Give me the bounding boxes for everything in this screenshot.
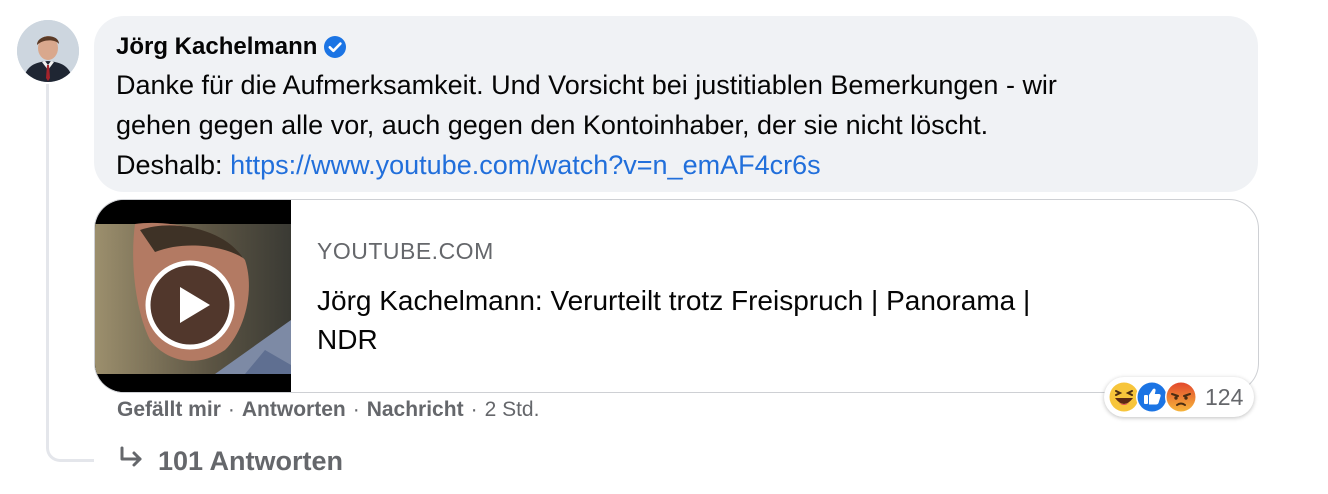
link-preview-info: YOUTUBE.COM Jörg Kachelmann: Verurteilt … [317, 238, 1218, 359]
like-button[interactable]: Gefällt mir [117, 398, 221, 421]
comment-text-line: gehen gegen alle vor, auch gegen den Kon… [116, 110, 989, 140]
video-thumbnail[interactable] [95, 200, 291, 392]
author-name[interactable]: Jörg Kachelmann [116, 33, 317, 61]
link-title[interactable]: Jörg Kachelmann: Verurteilt trotz Freisp… [317, 281, 1218, 359]
view-replies-button[interactable]: 101 Antworten [118, 446, 343, 477]
comment-text: Danke für die Aufmerksamkeit. Und Vorsic… [116, 65, 1236, 185]
separator: · [470, 398, 478, 421]
angry-icon [1164, 380, 1198, 419]
link-title-line: Jörg Kachelmann: Verurteilt trotz Freisp… [317, 285, 1031, 316]
message-button[interactable]: Nachricht [367, 398, 464, 421]
reaction-count: 124 [1205, 384, 1244, 410]
separator: · [227, 398, 235, 421]
thread-line [46, 84, 94, 462]
link-domain: YOUTUBE.COM [317, 238, 494, 264]
link-preview-card[interactable]: YOUTUBE.COM Jörg Kachelmann: Verurteilt … [94, 199, 1259, 393]
comment-text-line: Danke für die Aufmerksamkeit. Und Vorsic… [116, 70, 1057, 100]
reply-button[interactable]: Antworten [242, 398, 346, 421]
reply-arrow-icon [118, 446, 158, 477]
reactions-summary[interactable]: 124 [1104, 377, 1254, 417]
comment-bubble: Jörg Kachelmann Danke für die Aufmerksam… [94, 16, 1258, 192]
link-prefix: Deshalb: [116, 150, 231, 180]
separator: · [352, 398, 360, 421]
play-icon[interactable] [145, 260, 235, 350]
comment-actions: Gefällt mir · Antworten · Nachricht · 2 Std. [117, 398, 539, 422]
youtube-link[interactable]: https://www.youtube.com/watch?v=n_emAF4c… [230, 150, 821, 180]
comment-text-line: Deshalb: https://www.youtube.com/watch?v… [116, 145, 1236, 185]
link-title-line: NDR [317, 324, 378, 355]
avatar[interactable] [17, 20, 79, 82]
replies-label: 101 Antworten [158, 446, 344, 476]
timestamp[interactable]: 2 Std. [485, 398, 540, 421]
verified-badge-icon [323, 35, 347, 59]
